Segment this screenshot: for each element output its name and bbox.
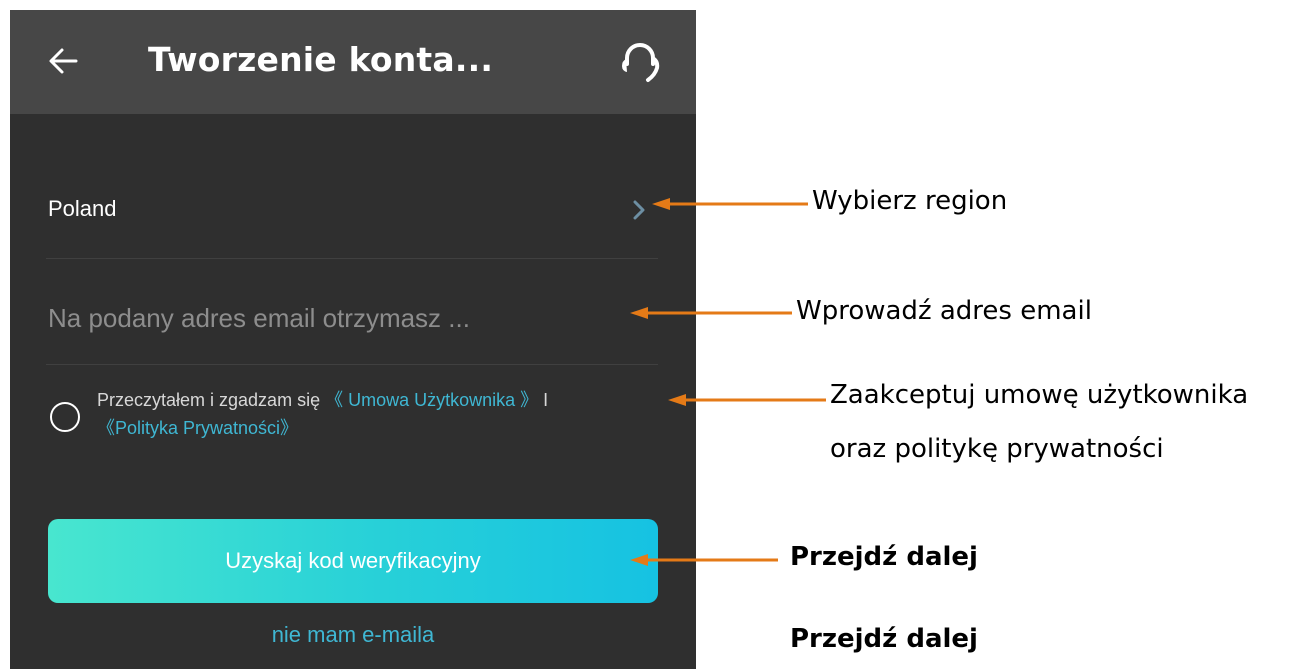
annotation-agreement-line1: Zaakceptuj umowę użytkownika (830, 380, 1249, 410)
annotation-arrowhead (630, 554, 648, 566)
annotation-email: Wprowadź adres email (796, 296, 1092, 326)
annotation-arrowhead (652, 198, 670, 210)
annotation-arrowhead (630, 307, 648, 319)
annotation-arrowhead (668, 394, 686, 406)
annotation-region: Wybierz region (812, 186, 1008, 216)
annotation-agreement-line2: oraz politykę prywatności (830, 434, 1164, 464)
annotation-arrows (630, 198, 826, 566)
annotation-no-email: Przejdź dalej (790, 624, 978, 654)
annotation-submit: Przejdź dalej (790, 542, 978, 572)
